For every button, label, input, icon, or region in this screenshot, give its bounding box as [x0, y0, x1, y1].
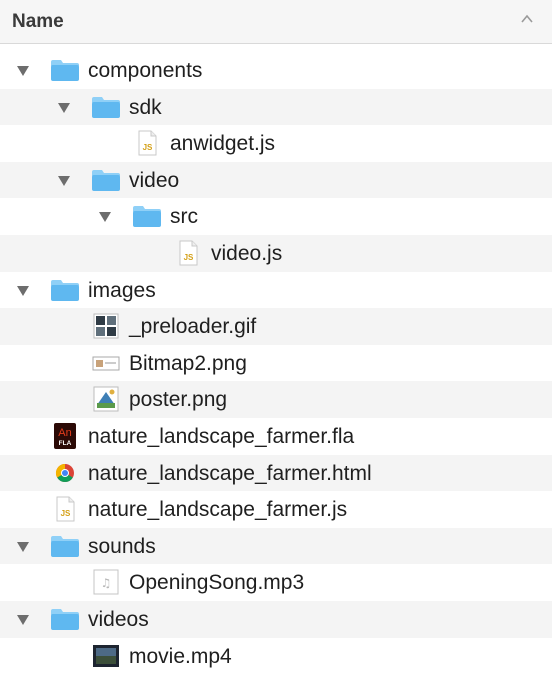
file-row[interactable]: JS anwidget.js [0, 125, 552, 162]
js-file-icon: JS [132, 130, 162, 156]
folder-row[interactable]: src [0, 198, 552, 235]
file-row[interactable]: JS video.js [0, 234, 552, 272]
item-name: videos [88, 607, 149, 631]
disclosure-triangle-icon[interactable] [57, 102, 71, 114]
file-row[interactable]: nature_landscape_farmer.html [0, 454, 552, 492]
item-name: video.js [211, 241, 283, 265]
file-list: components sdk JS anwidget.js video src JS vide… [0, 52, 552, 674]
folder-icon [50, 57, 80, 83]
disclosure-triangle-icon[interactable] [16, 614, 30, 626]
item-name: nature_landscape_farmer.html [88, 461, 372, 485]
folder-icon [132, 203, 162, 229]
svg-text:An: An [58, 427, 71, 439]
item-name: OpeningSong.mp3 [129, 571, 305, 595]
item-name: images [88, 278, 156, 302]
folder-icon [50, 277, 80, 303]
js-file-icon: JS [173, 240, 203, 266]
file-row[interactable]: JS nature_landscape_farmer.js [0, 491, 552, 528]
disclosure-triangle-icon[interactable] [98, 211, 112, 223]
svg-text:JS: JS [143, 143, 153, 152]
chrome-html-icon [50, 460, 80, 486]
chevron-up-icon[interactable] [520, 12, 534, 26]
svg-text:FLA: FLA [59, 440, 72, 447]
item-name: _preloader.gif [129, 315, 257, 339]
file-row[interactable]: ♫ OpeningSong.mp3 [0, 564, 552, 601]
name-column-header[interactable]: Name [12, 11, 64, 33]
png-image-icon [91, 350, 121, 376]
svg-text:JS: JS [184, 253, 194, 262]
folder-icon [91, 167, 121, 193]
file-row[interactable]: An FLA nature_landscape_farmer.fla [0, 418, 552, 455]
video-file-icon [91, 643, 121, 669]
file-row[interactable]: _preloader.gif [0, 308, 552, 345]
folder-row[interactable]: components [0, 52, 552, 89]
item-name: anwidget.js [170, 132, 276, 156]
png-image-icon [91, 386, 121, 412]
disclosure-triangle-icon[interactable] [16, 541, 30, 553]
file-row[interactable]: Bitmap2.png [0, 345, 552, 382]
js-file-icon: JS [50, 496, 80, 522]
disclosure-triangle-icon[interactable] [57, 175, 71, 187]
folder-icon [91, 94, 121, 120]
item-name: Bitmap2.png [129, 351, 247, 375]
file-row[interactable]: movie.mp4 [0, 638, 552, 675]
item-name: sdk [129, 95, 162, 119]
item-name: nature_landscape_farmer.js [88, 498, 348, 522]
folder-row[interactable]: sdk [0, 88, 552, 126]
item-name: sounds [88, 534, 156, 558]
folder-icon [50, 606, 80, 632]
svg-text:JS: JS [61, 509, 71, 518]
folder-row[interactable]: images [0, 272, 552, 309]
gif-image-icon [91, 313, 121, 339]
animate-fla-icon: An FLA [50, 422, 80, 449]
folder-icon [50, 533, 80, 559]
folder-row[interactable]: video [0, 161, 552, 199]
list-header: Name [0, 0, 552, 44]
item-name: poster.png [129, 388, 228, 412]
item-name: src [170, 205, 198, 229]
item-name: nature_landscape_farmer.fla [88, 424, 355, 448]
audio-file-icon: ♫ [91, 569, 121, 595]
disclosure-triangle-icon[interactable] [16, 65, 30, 77]
file-row[interactable]: poster.png [0, 381, 552, 418]
item-name: video [129, 168, 180, 192]
disclosure-triangle-icon[interactable] [16, 285, 30, 297]
folder-row[interactable]: sounds [0, 527, 552, 565]
item-name: components [88, 59, 203, 82]
item-name: movie.mp4 [129, 644, 232, 668]
svg-text:♫: ♫ [101, 576, 112, 590]
folder-row[interactable]: videos [0, 600, 552, 638]
